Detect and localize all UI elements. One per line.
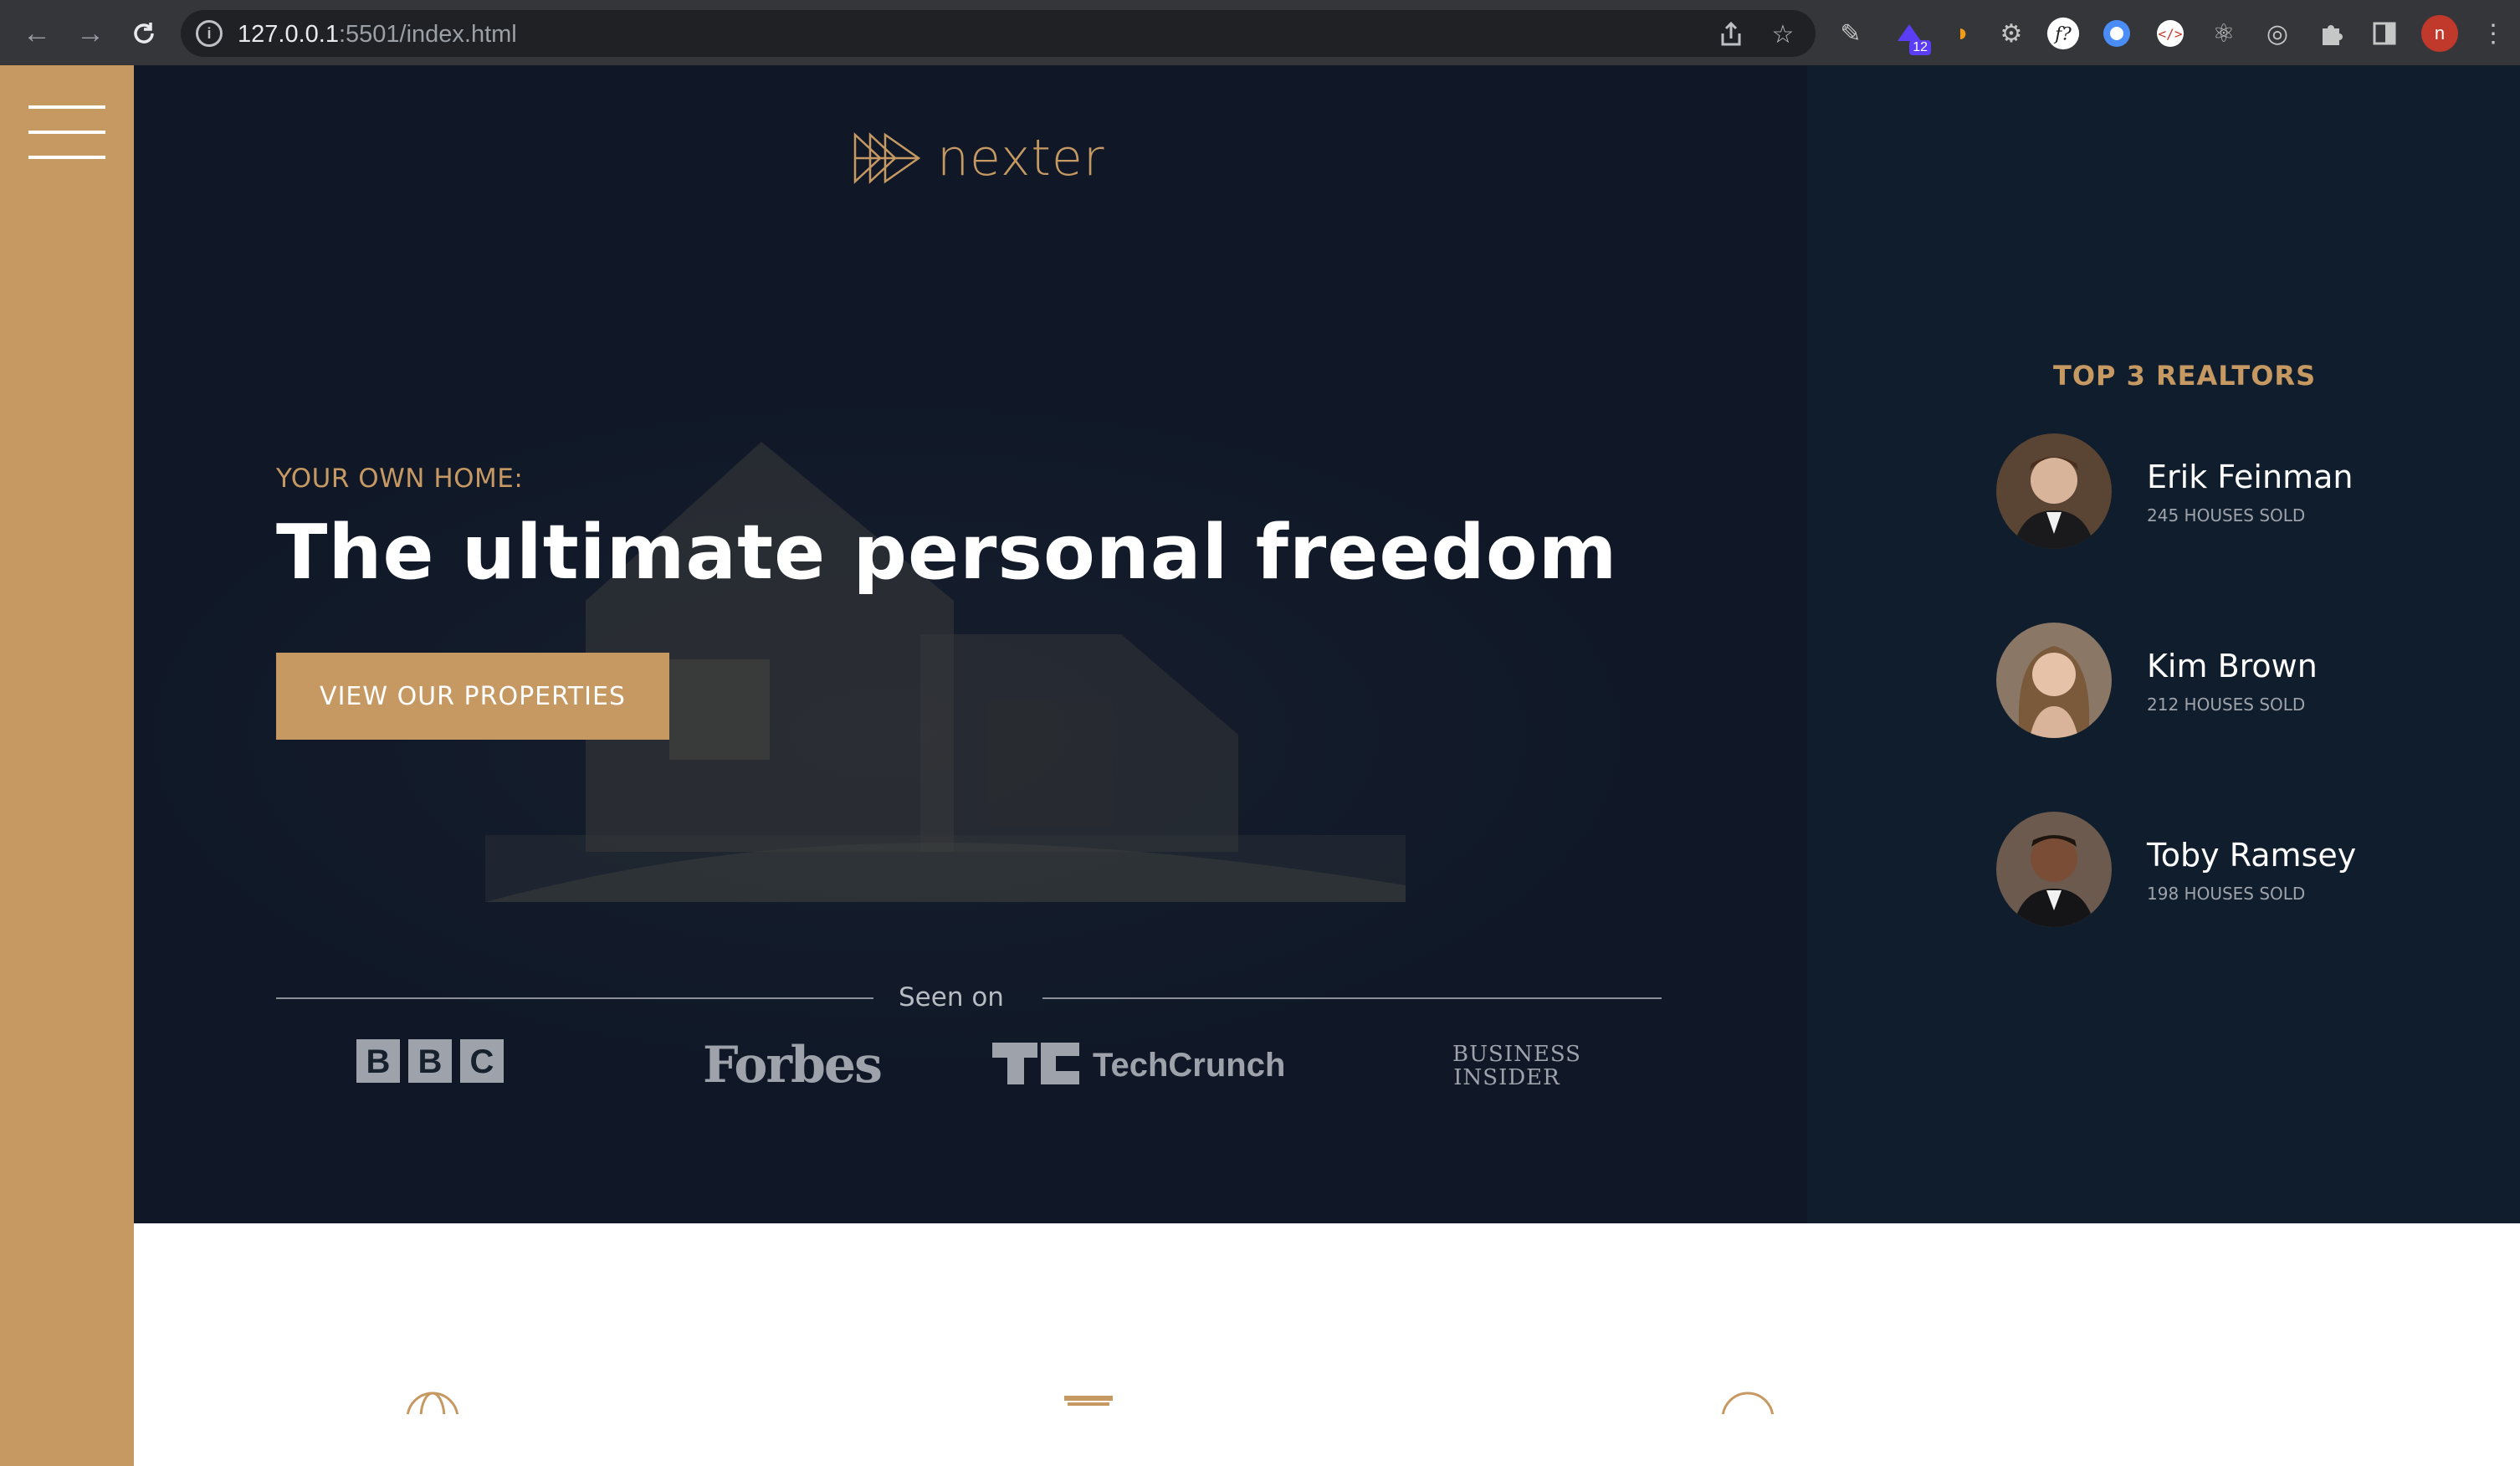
reload-icon[interactable] <box>127 17 161 50</box>
svg-text:B: B <box>418 1043 443 1080</box>
svg-text:</>: </> <box>2159 26 2183 42</box>
bbc-logo: B B C <box>356 1038 507 1089</box>
seen-on-label: Seen on <box>899 982 1004 1012</box>
logo-icon <box>853 132 921 184</box>
circle-feature-icon <box>1718 1389 1777 1414</box>
svg-text:C: C <box>470 1043 494 1080</box>
house-background-image <box>485 442 1406 902</box>
techcrunch-logo: TechCrunch <box>992 1041 1310 1090</box>
share-icon[interactable] <box>1717 20 1745 49</box>
pen-icon[interactable]: ✎ <box>1834 17 1867 50</box>
extension-circle-icon[interactable] <box>2100 17 2133 50</box>
building-icon <box>1059 1389 1118 1414</box>
forward-icon[interactable]: → <box>74 17 107 50</box>
realtor-card[interactable]: Erik Feinman 245 HOUSES SOLD <box>1996 433 2498 551</box>
gear-icon[interactable]: ⚙ <box>1995 17 2028 50</box>
realtor-houses-sold: 245 HOUSES SOLD <box>2147 505 2306 525</box>
logo-text: nexter <box>937 129 1105 187</box>
extension-hat-icon[interactable]: 12 <box>1893 17 1931 55</box>
realtor-houses-sold: 212 HOUSES SOLD <box>2147 695 2306 715</box>
view-properties-button[interactable]: VIEW OUR PROPERTIES <box>276 653 669 740</box>
side-panel-icon[interactable] <box>2368 17 2401 50</box>
browser-toolbar: ← → i 127.0.0.1:5501/index.html ☆ ✎ 12 ◗… <box>0 0 2520 65</box>
realtor-avatar <box>1996 812 2112 927</box>
url-text[interactable]: 127.0.0.1:5501/index.html <box>238 21 517 49</box>
react-devtools-icon[interactable]: ⚛ <box>2207 17 2241 50</box>
globe-icon <box>403 1389 462 1414</box>
realtors-title: TOP 3 REALTORS <box>2053 360 2317 392</box>
back-icon[interactable]: ← <box>20 17 54 50</box>
font-ninja-icon[interactable]: f? <box>2046 17 2080 50</box>
realtor-name: Toby Ramsey <box>2147 837 2357 874</box>
divider-line-right <box>1042 997 1662 999</box>
hamburger-menu-icon[interactable] <box>28 105 105 161</box>
puzzle-extensions-icon[interactable] <box>2314 17 2348 50</box>
menu-dots-icon[interactable]: ⋮ <box>2476 17 2510 50</box>
extension-moon-icon[interactable]: ◗ <box>1946 17 1980 50</box>
realtor-name: Erik Feinman <box>2147 459 2354 495</box>
realtor-card[interactable]: Kim Brown 212 HOUSES SOLD <box>1996 623 2498 740</box>
logo[interactable]: nexter <box>852 129 1105 187</box>
realtor-avatar <box>1996 433 2112 549</box>
realtor-avatar <box>1996 623 2112 738</box>
hero-headline: The ultimate personal freedom <box>276 509 1618 597</box>
address-bar[interactable]: i 127.0.0.1:5501/index.html ☆ <box>181 10 1816 57</box>
realtor-houses-sold: 198 HOUSES SOLD <box>2147 884 2306 904</box>
info-icon[interactable]: i <box>196 20 223 47</box>
svg-text:f?: f? <box>2053 23 2072 44</box>
svg-text:TechCrunch: TechCrunch <box>1093 1047 1285 1084</box>
page: nexter YOUR OWN HOME: The ultimate perso… <box>0 65 2520 1466</box>
business-insider-logo: BUSINESS INSIDER <box>1452 1042 1581 1090</box>
code-extension-icon[interactable]: </> <box>2154 17 2187 50</box>
sidebar <box>0 65 134 1466</box>
forbes-logo: Forbes <box>703 1036 883 1094</box>
target-extension-icon[interactable]: ◎ <box>2261 17 2294 50</box>
profile-avatar[interactable]: n <box>2421 15 2458 52</box>
hero-header: nexter YOUR OWN HOME: The ultimate perso… <box>134 65 1807 1223</box>
features-section <box>134 1223 2520 1466</box>
bookmark-star-icon[interactable]: ☆ <box>1769 20 1797 49</box>
seen-on-divider: Seen on <box>276 981 1662 1014</box>
realtor-name: Kim Brown <box>2147 648 2318 684</box>
extension-badge: 12 <box>1909 40 1931 55</box>
svg-text:B: B <box>366 1043 391 1080</box>
hero-eyebrow: YOUR OWN HOME: <box>276 464 524 494</box>
divider-line-left <box>276 997 873 999</box>
realtor-card[interactable]: Toby Ramsey 198 HOUSES SOLD <box>1996 812 2498 929</box>
